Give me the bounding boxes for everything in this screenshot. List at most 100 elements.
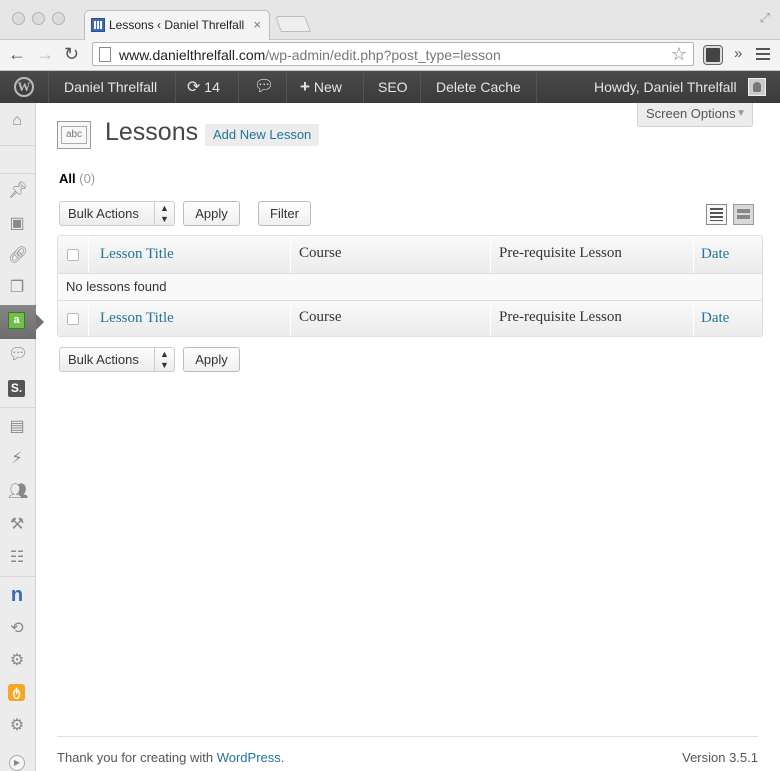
admin-sidebar: ⌂ 📌︎ ▣ 🔗︎ ❐ a 💬︎ S. ▤ ⚡︎ 👥︎ ⚒ ☷ n ⟲ ⚙ ტ … <box>0 103 44 771</box>
main-content: Screen Options ▼ abc Lessons Add New Les… <box>36 103 780 771</box>
fullscreen-icon[interactable]: ⤢ <box>760 10 770 26</box>
adminbar-divider <box>175 71 176 103</box>
select-arrows-icon: ▲ ▼ <box>154 202 174 225</box>
wordpress-link[interactable]: WordPress <box>217 750 281 765</box>
updates-icon: ⟳ <box>187 79 201 96</box>
filter-button[interactable]: Filter <box>258 201 311 226</box>
footer-thanks: Thank you for creating with WordPress. <box>57 750 284 765</box>
page-icon-text: abc <box>61 126 87 144</box>
gear-icon-2[interactable]: ⚙ <box>8 717 26 735</box>
new-tab-button[interactable] <box>275 16 311 32</box>
bulk-actions-select-bottom[interactable]: Bulk Actions ▲ ▼ <box>59 347 175 372</box>
extension-icon[interactable] <box>703 45 723 65</box>
address-bar[interactable]: www.danielthrelfall.com/wp-admin/edit.ph… <box>92 42 694 66</box>
pages-icon[interactable]: ❐ <box>8 279 26 297</box>
bulk-actions-value: Bulk Actions <box>68 206 139 221</box>
lessons-icon[interactable]: a <box>8 312 25 329</box>
tools-icon[interactable]: ⚒ <box>8 516 26 534</box>
adminbar-divider <box>286 71 287 103</box>
links-icon[interactable]: 🔗︎ <box>8 247 28 265</box>
page-title: Lessons <box>105 118 199 146</box>
select-all-checkbox-top[interactable] <box>67 249 79 261</box>
bulk-actions-select-top[interactable]: Bulk Actions ▲ ▼ <box>59 201 175 226</box>
bulk-actions-value: Bulk Actions <box>68 352 139 367</box>
favicon-icon <box>91 18 105 32</box>
n-plugin-icon[interactable]: n <box>8 585 26 605</box>
collapse-menu-icon[interactable]: ▶ <box>9 755 25 771</box>
url-path: /wp-admin/edit.php?post_type=lesson <box>265 47 501 63</box>
reload-icon[interactable]: ↻ <box>64 44 79 65</box>
lessons-page-icon: abc <box>57 121 91 149</box>
sidebar-divider <box>0 407 36 408</box>
close-window-button[interactable] <box>12 12 25 25</box>
sidebar-divider <box>0 576 36 577</box>
updates-link[interactable]: ⟳ 14 <box>187 71 220 103</box>
column-header-date[interactable]: Date <box>701 246 729 263</box>
all-view-label: All <box>59 171 76 186</box>
plugins-icon[interactable]: ⚡︎ <box>8 450 26 468</box>
new-content-link[interactable]: + New <box>300 71 342 103</box>
screen-options-button[interactable]: Screen Options ▼ <box>637 103 753 127</box>
refresh-plugin-icon[interactable]: ⟲ <box>8 620 26 638</box>
column-divider <box>490 236 491 273</box>
column-divider <box>290 301 291 336</box>
tab-close-icon[interactable]: × <box>253 17 261 32</box>
delete-cache-link[interactable]: Delete Cache <box>436 71 521 103</box>
footer-column-prerequisite: Pre-requisite Lesson <box>499 309 622 325</box>
screen-options-label: Screen Options <box>646 106 736 121</box>
seo-s-icon[interactable]: S. <box>8 380 25 397</box>
browser-tab[interactable]: Lessons ‹ Daniel Threlfall × <box>84 10 270 40</box>
sidebar-divider <box>0 173 36 174</box>
apply-button-top[interactable]: Apply <box>183 201 240 226</box>
adminbar-divider <box>536 71 537 103</box>
users-icon[interactable]: 👥︎ <box>8 483 28 501</box>
footer-column-lesson-title[interactable]: Lesson Title <box>100 310 174 327</box>
browser-titlebar: Lessons ‹ Daniel Threlfall × ⤢ <box>0 0 780 40</box>
seo-link[interactable]: SEO <box>378 71 408 103</box>
media-icon[interactable]: ▣ <box>8 215 26 233</box>
comments-bubble-icon[interactable]: 💬︎ <box>8 346 28 364</box>
avatar[interactable] <box>748 78 766 96</box>
footer-column-date[interactable]: Date <box>701 310 729 327</box>
column-divider <box>693 301 694 336</box>
appearance-icon[interactable]: ▤ <box>8 418 26 436</box>
select-arrows-icon: ▲ ▼ <box>154 348 174 371</box>
posts-pin-icon[interactable]: 📌︎ <box>8 182 28 200</box>
zoom-window-button[interactable] <box>52 12 65 25</box>
wp-admin-bar: W Daniel Threlfall ⟳ 14 💬︎ + New SEO Del… <box>0 71 780 103</box>
comments-icon[interactable]: 💬︎ <box>254 71 274 103</box>
list-view-icon[interactable] <box>706 204 727 225</box>
chevron-down-icon: ▼ <box>736 108 746 119</box>
tab-title: Lessons ‹ Daniel Threlfall <box>109 18 245 32</box>
lessons-table: Lesson Title Course Pre-requisite Lesson… <box>57 235 763 337</box>
sidebar-divider <box>0 145 36 146</box>
forward-icon[interactable]: → <box>36 44 54 65</box>
gear-icon[interactable]: ⚙ <box>8 652 26 670</box>
browser-toolbar: ← → ↻ www.danielthrelfall.com/wp-admin/e… <box>0 40 780 71</box>
bookmark-star-icon[interactable]: ☆ <box>671 44 687 65</box>
back-icon[interactable]: ← <box>8 44 26 65</box>
settings-sliders-icon[interactable]: ☷ <box>8 549 26 567</box>
site-name-link[interactable]: Daniel Threlfall <box>64 71 157 103</box>
select-all-checkbox-bottom[interactable] <box>67 313 79 325</box>
excerpt-view-icon[interactable] <box>733 204 754 225</box>
apply-button-bottom[interactable]: Apply <box>183 347 240 372</box>
column-header-lesson-title[interactable]: Lesson Title <box>100 246 174 263</box>
adminbar-divider <box>48 71 49 103</box>
column-divider <box>88 301 89 336</box>
wordpress-logo-icon[interactable]: W <box>14 77 34 97</box>
column-divider <box>693 236 694 273</box>
all-view-count: (0) <box>79 171 96 186</box>
updates-count: 14 <box>204 79 220 95</box>
column-header-prerequisite: Pre-requisite Lesson <box>499 245 622 261</box>
howdy-user-link[interactable]: Howdy, Daniel Threlfall <box>594 71 737 103</box>
orange-plugin-icon[interactable]: ტ <box>8 684 25 701</box>
overflow-chevron-icon[interactable]: » <box>734 45 742 62</box>
add-new-lesson-button[interactable]: Add New Lesson <box>205 124 320 146</box>
view-filter-all[interactable]: All (0) <box>59 171 95 186</box>
minimize-window-button[interactable] <box>32 12 45 25</box>
dashboard-icon[interactable]: ⌂ <box>8 112 26 130</box>
footer-thanks-prefix: Thank you for creating with <box>57 750 217 765</box>
table-footer-row: Lesson Title Course Pre-requisite Lesson… <box>58 300 762 336</box>
browser-menu-icon[interactable] <box>756 48 770 62</box>
